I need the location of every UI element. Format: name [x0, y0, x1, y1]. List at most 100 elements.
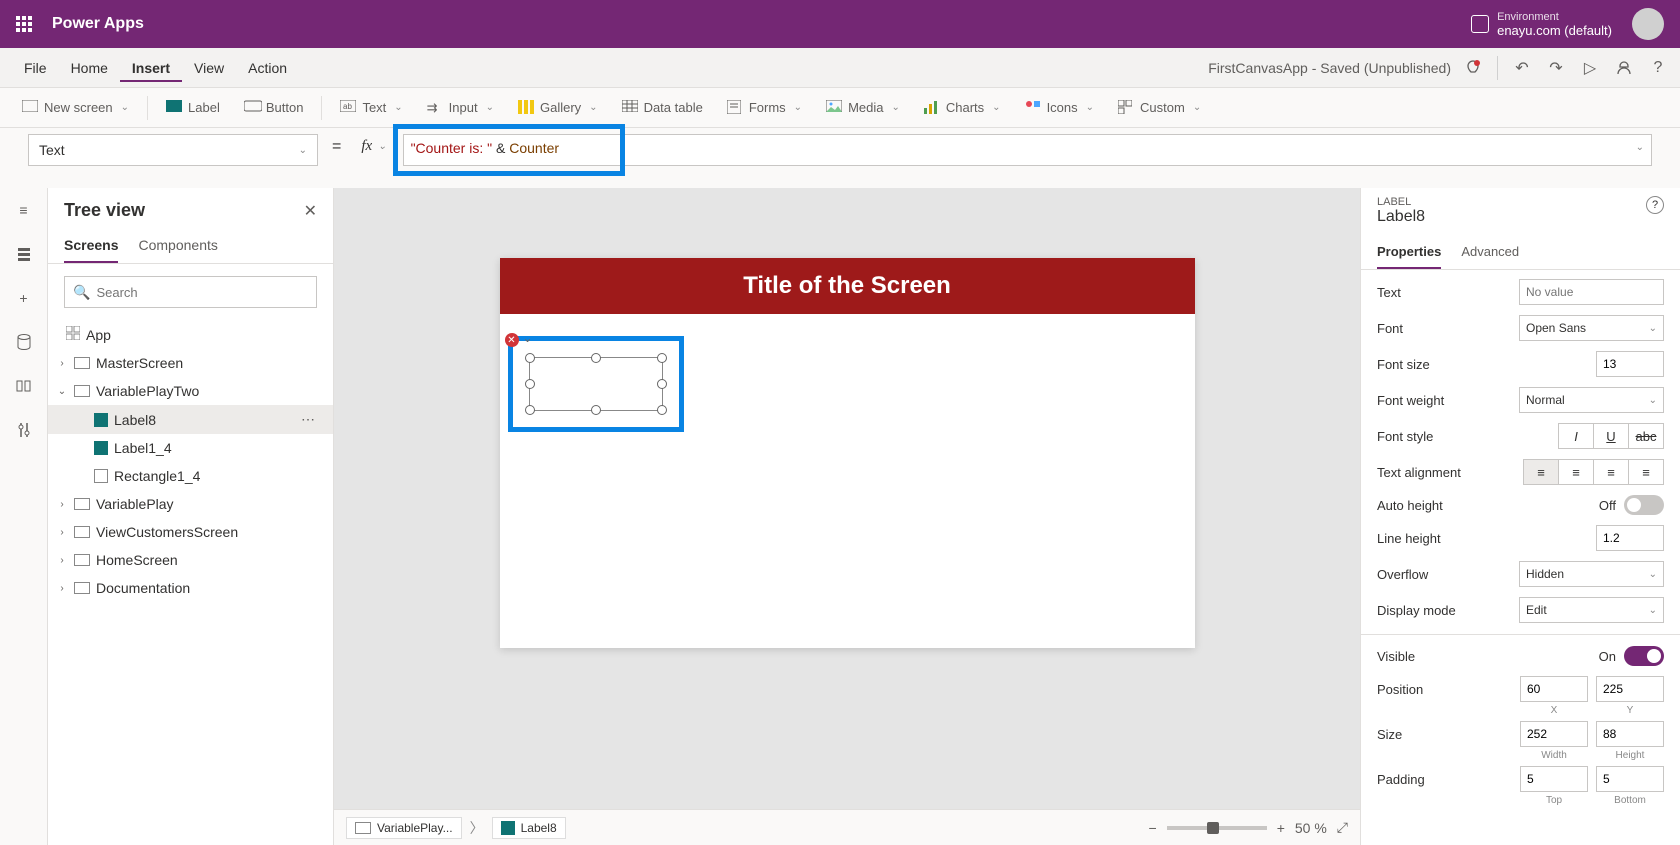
environment-selector[interactable]: Environment enayu.com (default) — [1471, 11, 1612, 38]
prop-lineheight-input[interactable] — [1596, 525, 1664, 551]
redo-icon[interactable]: ↷ — [1546, 58, 1566, 78]
ribbon-custom[interactable]: Custom⌄ — [1108, 96, 1211, 120]
ribbon-gallery[interactable]: Gallery⌄ — [508, 96, 608, 120]
tree-item-variableplay[interactable]: › VariablePlay — [48, 490, 333, 518]
hamburger-icon[interactable]: ≡ — [14, 200, 34, 220]
tree-item-label8[interactable]: Label8 ⋯ — [48, 405, 333, 434]
formula-expand-icon[interactable]: ⌄ — [1636, 142, 1644, 153]
resize-handle[interactable] — [657, 353, 667, 363]
media-panel-icon[interactable] — [14, 376, 34, 396]
menu-file[interactable]: File — [12, 54, 59, 82]
visible-toggle[interactable] — [1624, 646, 1664, 666]
tree-search[interactable]: 🔍 — [64, 276, 317, 308]
insert-icon[interactable]: + — [14, 288, 34, 308]
strike-button[interactable]: abc — [1628, 423, 1664, 449]
play-icon[interactable]: ▷ — [1580, 58, 1600, 78]
expand-icon[interactable]: › — [56, 499, 68, 510]
align-right-button[interactable]: ≡ — [1593, 459, 1629, 485]
prop-fontweight-select[interactable]: Normal⌄ — [1519, 387, 1664, 413]
ribbon-media[interactable]: Media⌄ — [816, 96, 910, 120]
close-icon[interactable]: ✕ — [304, 201, 317, 221]
prop-displaymode-select[interactable]: Edit⌄ — [1519, 597, 1664, 623]
ribbon-button[interactable]: Button — [234, 96, 314, 120]
tab-screens[interactable]: Screens — [64, 229, 118, 263]
menu-view[interactable]: View — [182, 54, 236, 82]
prop-height-input[interactable] — [1596, 721, 1664, 747]
context-chevron-icon[interactable]: ⌄ — [523, 331, 533, 345]
search-input[interactable] — [96, 285, 308, 300]
expand-icon[interactable]: › — [56, 583, 68, 594]
tree-item-homescreen[interactable]: › HomeScreen — [48, 546, 333, 574]
tab-properties[interactable]: Properties — [1377, 236, 1441, 269]
prop-padding-top-input[interactable] — [1520, 766, 1588, 792]
tab-advanced[interactable]: Advanced — [1461, 236, 1519, 269]
resize-handle[interactable] — [657, 379, 667, 389]
underline-button[interactable]: U — [1593, 423, 1629, 449]
ribbon-input[interactable]: ⇉Input⌄ — [417, 96, 504, 120]
align-left-button[interactable]: ≡ — [1523, 459, 1559, 485]
screen-frame[interactable]: Title of the Screen ✕ ⌄ — [500, 258, 1195, 648]
breadcrumb-control[interactable]: Label8 — [492, 817, 566, 839]
tree-item-rectangle1-4[interactable]: Rectangle1_4 — [48, 462, 333, 490]
expand-icon[interactable]: › — [56, 527, 68, 538]
ribbon-charts[interactable]: Charts⌄ — [914, 96, 1011, 120]
collapse-icon[interactable]: ⌄ — [56, 386, 68, 397]
tree-item-masterscreen[interactable]: › MasterScreen — [48, 349, 333, 377]
resize-handle[interactable] — [657, 405, 667, 415]
resize-handle[interactable] — [591, 405, 601, 415]
zoom-out-button[interactable]: − — [1149, 820, 1157, 836]
tree-item-documentation[interactable]: › Documentation — [48, 574, 333, 602]
prop-overflow-select[interactable]: Hidden⌄ — [1519, 561, 1664, 587]
share-icon[interactable] — [1614, 58, 1634, 78]
ribbon-text[interactable]: abText⌄ — [330, 96, 412, 120]
resize-handle[interactable] — [525, 379, 535, 389]
tree-view-icon[interactable] — [14, 244, 34, 264]
formula-input[interactable] — [403, 134, 1652, 166]
undo-icon[interactable]: ↶ — [1512, 58, 1532, 78]
selected-label-control[interactable]: ✕ ⌄ — [508, 336, 684, 432]
data-icon[interactable] — [14, 332, 34, 352]
more-icon[interactable]: ⋯ — [301, 411, 317, 428]
italic-button[interactable]: I — [1558, 423, 1594, 449]
waffle-icon[interactable] — [16, 16, 32, 32]
avatar[interactable] — [1632, 8, 1664, 40]
tree-item-label1-4[interactable]: Label1_4 — [48, 434, 333, 462]
fx-icon[interactable]: fx ⌄ — [355, 134, 392, 159]
prop-width-input[interactable] — [1520, 721, 1588, 747]
zoom-in-button[interactable]: + — [1277, 820, 1285, 836]
prop-text-input[interactable] — [1519, 279, 1664, 305]
help-icon[interactable]: ? — [1646, 196, 1664, 214]
resize-handle[interactable] — [525, 353, 535, 363]
expand-icon[interactable]: › — [56, 358, 68, 369]
expand-icon[interactable]: › — [56, 555, 68, 566]
tree-item-viewcustomers[interactable]: › ViewCustomersScreen — [48, 518, 333, 546]
breadcrumb-screen[interactable]: VariablePlay... — [346, 817, 462, 839]
delete-badge-icon[interactable]: ✕ — [505, 333, 519, 347]
prop-y-input[interactable] — [1596, 676, 1664, 702]
ribbon-datatable[interactable]: Data table — [612, 96, 713, 120]
zoom-slider[interactable] — [1167, 826, 1267, 830]
ribbon-forms[interactable]: Forms⌄ — [717, 96, 812, 120]
prop-fontsize-input[interactable] — [1596, 351, 1664, 377]
advanced-tools-icon[interactable] — [14, 420, 34, 440]
tree-app[interactable]: App — [48, 320, 333, 349]
align-justify-button[interactable]: ≡ — [1628, 459, 1664, 485]
ribbon-label[interactable]: Label — [156, 96, 230, 120]
prop-padding-bottom-input[interactable] — [1596, 766, 1664, 792]
prop-font-select[interactable]: Open Sans⌄ — [1519, 315, 1664, 341]
tree-item-variableplaytwo[interactable]: ⌄ VariablePlayTwo — [48, 377, 333, 405]
resize-handle[interactable] — [591, 353, 601, 363]
align-center-button[interactable]: ≡ — [1558, 459, 1594, 485]
tab-components[interactable]: Components — [138, 229, 217, 263]
ribbon-icons[interactable]: Icons⌄ — [1015, 96, 1104, 120]
property-selector[interactable]: Text⌄ — [28, 134, 318, 166]
menu-home[interactable]: Home — [59, 54, 120, 82]
resize-handle[interactable] — [525, 405, 535, 415]
autoheight-toggle[interactable] — [1624, 495, 1664, 515]
help-icon[interactable]: ? — [1648, 58, 1668, 78]
menu-action[interactable]: Action — [236, 54, 299, 82]
menu-insert[interactable]: Insert — [120, 54, 182, 82]
app-checker-icon[interactable] — [1463, 58, 1483, 78]
ribbon-new-screen[interactable]: New screen⌄ — [12, 96, 139, 120]
fit-icon[interactable]: ⤢ — [1337, 819, 1348, 836]
